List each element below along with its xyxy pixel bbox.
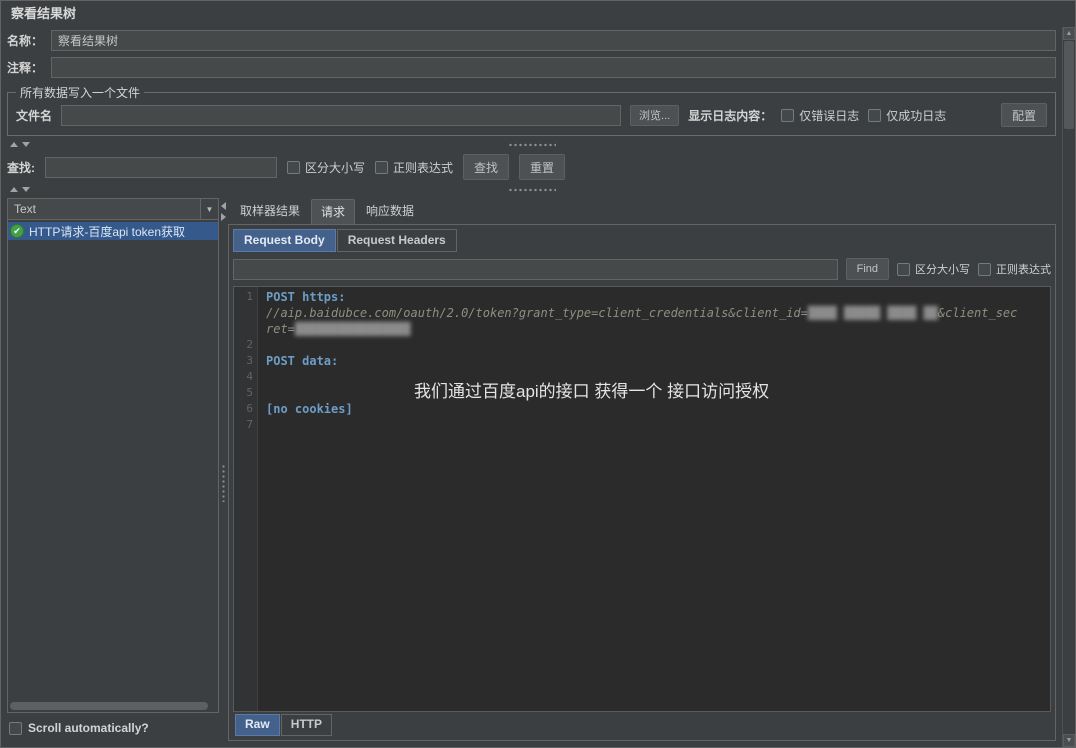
body-case-sensitive-group: 区分大小写 [897, 261, 970, 277]
panel-title: 察看结果树 [11, 6, 77, 21]
find-button[interactable]: 查找 [463, 154, 510, 180]
scrollbar-thumb[interactable] [10, 702, 208, 710]
chevron-down-icon[interactable]: ▼ [200, 199, 218, 219]
result-detail-panel: 取样器结果 请求 响应数据 Request Body Request Heade… [228, 198, 1056, 741]
scrollbar-track[interactable] [1063, 130, 1075, 734]
main-split: Text ▼ ✔ HTTP请求-百度api token获取 Scroll aut… [7, 198, 1056, 741]
body-search-input[interactable] [233, 258, 838, 280]
errors-only-group: 仅错误日志 [781, 107, 859, 124]
body-regex-checkbox[interactable] [978, 262, 991, 276]
collapse-up-icon[interactable] [10, 187, 18, 192]
tab-http[interactable]: HTTP [280, 714, 333, 736]
success-only-group: 仅成功日志 [868, 107, 946, 124]
tree-item-http-request[interactable]: ✔ HTTP请求-百度api token获取 [8, 222, 218, 240]
body-search-bar: Find 区分大小写 正则表达式 [233, 252, 1051, 286]
success-only-checkbox[interactable] [868, 108, 882, 122]
errors-only-checkbox[interactable] [781, 108, 795, 122]
main-column: 名称： 注释： 所有数据写入一个文件 文件名 浏览... 显示日志内容： 仅错误… [1, 27, 1062, 747]
comment-row: 注释： [7, 55, 1056, 80]
configure-button[interactable]: 配置 [1000, 103, 1047, 127]
collapse-left-icon[interactable] [221, 202, 226, 210]
request-pane: Request Body Request Headers Find 区分大小写 [228, 224, 1056, 741]
tab-response-data[interactable]: 响应数据 [356, 198, 424, 224]
find-label: 查找: [7, 160, 35, 175]
name-input[interactable] [51, 30, 1056, 51]
splitter-grip[interactable] [221, 463, 226, 502]
browse-button[interactable]: 浏览... [630, 104, 680, 126]
name-label: 名称： [7, 34, 44, 48]
scrollbar-thumb[interactable] [1064, 41, 1074, 129]
scroll-down-icon[interactable]: ▼ [1063, 734, 1075, 747]
splitter-grip[interactable] [507, 187, 556, 192]
find-case-sensitive-checkbox[interactable] [287, 160, 300, 174]
write-results-group: 所有数据写入一个文件 文件名 浏览... 显示日志内容： 仅错误日志 仅成功日志… [7, 84, 1056, 136]
find-input[interactable] [45, 156, 277, 178]
scroll-automatically-label: Scroll automatically? [28, 721, 149, 735]
collapse-right-icon[interactable] [221, 213, 226, 221]
comment-label: 注释： [7, 61, 44, 75]
view-mode-value: Text [14, 202, 37, 216]
write-results-legend: 所有数据写入一个文件 [20, 86, 141, 100]
code-lines: POST https://aip.baidubce.com/oauth/2.0/… [266, 290, 1018, 416]
find-regex-label: 正则表达式 [393, 160, 454, 175]
view-mode-select[interactable]: Text ▼ [7, 198, 219, 220]
errors-only-label: 仅错误日志 [799, 108, 860, 123]
splitter-grip[interactable] [507, 142, 556, 147]
tree-item-label: HTTP请求-百度api token获取 [29, 224, 186, 239]
find-case-sensitive-group: 区分大小写 [287, 159, 365, 176]
scroll-automatically-row: Scroll automatically? [7, 715, 219, 741]
tab-request-headers[interactable]: Request Headers [336, 229, 457, 252]
window-vertical-scrollbar[interactable]: ▲ ▼ [1062, 27, 1075, 747]
success-only-label: 仅成功日志 [886, 108, 947, 123]
collapse-down-icon[interactable] [22, 187, 30, 192]
reset-button[interactable]: 重置 [519, 154, 566, 180]
content-area: 名称： 注释： 所有数据写入一个文件 文件名 浏览... 显示日志内容： 仅错误… [1, 27, 1075, 747]
filename-input[interactable] [61, 104, 622, 126]
find-regex-group: 正则表达式 [375, 159, 453, 176]
find-bar: 查找: 区分大小写 正则表达式 查找 重置 [7, 152, 1056, 182]
body-find-button[interactable]: Find [845, 258, 889, 280]
body-case-sensitive-label: 区分大小写 [915, 264, 970, 276]
name-row: 名称： [7, 28, 1056, 53]
scroll-automatically-checkbox[interactable] [9, 721, 22, 735]
scroll-up-icon[interactable]: ▲ [1063, 27, 1075, 40]
annotation-text: 我们通过百度api的接口 获得一个 接口访问授权 [414, 382, 770, 401]
body-format-tabs: Raw HTTP [233, 714, 1051, 736]
comment-input[interactable] [51, 57, 1056, 78]
request-tabs: Request Body Request Headers [233, 229, 1051, 252]
horizontal-splitter-bottom[interactable] [7, 183, 1056, 196]
body-regex-label: 正则表达式 [996, 264, 1051, 276]
tab-sampler-result[interactable]: 取样器结果 [230, 198, 310, 224]
results-tree-panel: Text ▼ ✔ HTTP请求-百度api token获取 Scroll aut… [7, 198, 219, 741]
file-row: 文件名 浏览... 显示日志内容： 仅错误日志 仅成功日志 配置 [16, 103, 1047, 127]
collapse-down-icon[interactable] [22, 142, 30, 147]
filename-label: 文件名 [16, 108, 53, 123]
log-content-label: 显示日志内容： [688, 108, 773, 123]
result-tabs: 取样器结果 请求 响应数据 [228, 198, 1056, 224]
tree-horizontal-scrollbar[interactable] [8, 701, 218, 712]
view-results-tree-window: 察看结果树 名称： 注释： 所有数据写入一个文件 文件名 浏览... 显示日志内… [0, 0, 1076, 748]
body-case-sensitive-checkbox[interactable] [897, 262, 910, 276]
vertical-splitter[interactable] [219, 198, 228, 741]
tab-request-body[interactable]: Request Body [233, 229, 336, 252]
tab-request[interactable]: 请求 [311, 199, 356, 224]
find-case-sensitive-label: 区分大小写 [305, 160, 366, 175]
success-icon: ✔ [10, 224, 24, 238]
find-regex-checkbox[interactable] [375, 160, 389, 174]
collapse-up-icon[interactable] [10, 142, 18, 147]
results-tree: ✔ HTTP请求-百度api token获取 [7, 220, 219, 713]
line-number-gutter: 1 234567 [234, 287, 258, 711]
request-body-editor[interactable]: 1 234567 POST https://aip.baidubce.com/o… [233, 286, 1051, 712]
tab-raw[interactable]: Raw [235, 714, 280, 736]
horizontal-splitter-top[interactable] [7, 138, 1056, 151]
body-regex-group: 正则表达式 [978, 261, 1051, 277]
